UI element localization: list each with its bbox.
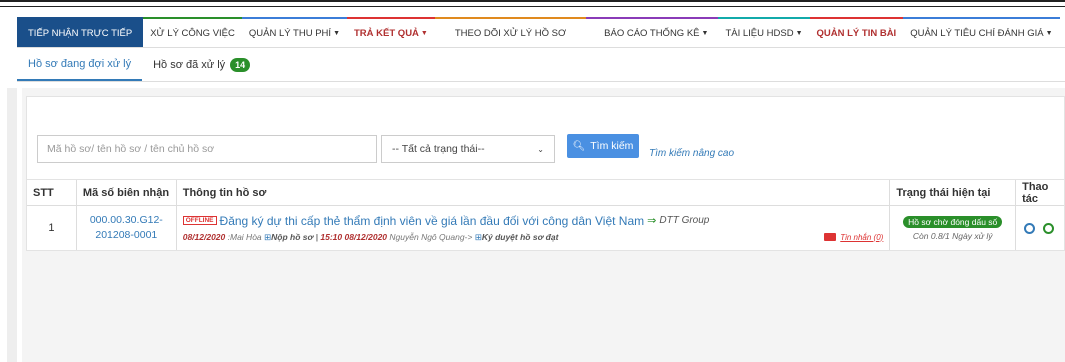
user-1: :Mai Hòa bbox=[227, 231, 262, 242]
nav-label: QUẢN LÝ THU PHÍ bbox=[248, 27, 332, 39]
org-name: DTT Group bbox=[659, 215, 710, 226]
record-title-link[interactable]: Đăng ký dự thi cấp thẻ thẩm định viên về… bbox=[220, 214, 645, 228]
date-1: 08/12/2020 bbox=[182, 231, 226, 242]
nav-item-tai-lieu[interactable]: TÀI LIỆU HDSD ▼ bbox=[718, 17, 810, 47]
cell-info: OFFLINE Đăng ký dự thi cấp thẻ thẩm định… bbox=[177, 206, 891, 250]
cell-status: Hồ sơ chờ đóng dấu số Còn 0.8/1 Ngày xử … bbox=[890, 206, 1017, 250]
nav-item-theo-doi[interactable]: THEO DÕI XỬ LÝ HỒ SƠ bbox=[434, 17, 587, 47]
search-placeholder: Mã hồ sơ/ tên hồ sơ / tên chủ hồ sơ bbox=[47, 143, 215, 155]
envelope-icon bbox=[824, 233, 837, 241]
cell-code[interactable]: 000.00.30.G12- 201208-0001 bbox=[77, 206, 177, 250]
nav-label: TÀI LIỆU HDSD bbox=[725, 27, 794, 39]
chevron-down-icon: ▼ bbox=[420, 29, 428, 37]
row-number: 1 bbox=[48, 222, 55, 234]
tab-label: Hồ sơ đang đợi xử lý bbox=[28, 57, 132, 70]
nav-item-tiep-nhan[interactable]: TIẾP NHẬN TRỰC TIẾP bbox=[17, 17, 144, 47]
search-button-label: Tìm kiếm bbox=[590, 140, 634, 152]
action-2: Ký duyệt hồ sơ đạt bbox=[481, 231, 559, 242]
messages-link[interactable]: Tin nhắn (0) bbox=[824, 232, 883, 243]
header-stt: STT bbox=[27, 180, 77, 205]
header-actions: Thao tác bbox=[1022, 180, 1049, 205]
remaining-time: Còn 0.8/1 Ngày xử lý bbox=[912, 230, 993, 241]
tab-pending[interactable]: Hồ sơ đang đợi xử lý bbox=[17, 48, 143, 81]
nav-item-thu-phi[interactable]: QUẢN LÝ THU PHÍ ▼ bbox=[241, 17, 347, 47]
view-icon[interactable] bbox=[1024, 222, 1036, 234]
nav-item-tin-bai[interactable]: QUẢN LÝ TIN BÀI bbox=[809, 17, 904, 47]
chevron-down-icon: ▼ bbox=[701, 29, 709, 37]
nav-item-tra-ket-qua[interactable]: TRẢ KẾT QUẢ ▼ bbox=[347, 17, 435, 47]
nav-label: THEO DÕI XỬ LÝ HỒ SƠ bbox=[454, 27, 567, 39]
chevron-down-icon: ▼ bbox=[333, 29, 340, 37]
nav-label: XỬ LÝ CÔNG VIỆC bbox=[150, 27, 235, 39]
user-2: Nguyễn Ngô Quang-> bbox=[389, 231, 473, 242]
receipt-code-line1[interactable]: 000.00.30.G12- bbox=[77, 213, 176, 228]
nav-item-xu-ly[interactable]: XỬ LÝ CÔNG VIỆC bbox=[143, 17, 242, 47]
left-gutter bbox=[7, 88, 17, 362]
offline-tag: OFFLINE bbox=[182, 216, 217, 225]
cell-actions bbox=[1016, 206, 1064, 250]
header-info: Thông tin hồ sơ bbox=[177, 180, 891, 205]
top-border bbox=[0, 0, 1065, 7]
messages-label: Tin nhắn (0) bbox=[840, 232, 884, 242]
table-header: STT Mã số biên nhận Thông tin hồ sơ Trạn… bbox=[27, 180, 1064, 206]
status-select[interactable]: -- Tất cả trạng thái-- ⌄ bbox=[381, 135, 555, 163]
search-icon: 🔍︎ bbox=[572, 140, 586, 152]
plus-icon: ⊞ bbox=[474, 231, 482, 242]
nav-label: TIẾP NHẬN TRỰC TIẾP bbox=[28, 27, 133, 39]
arrow-right-icon: ⇒ bbox=[647, 215, 657, 227]
main-navbar: TIẾP NHẬN TRỰC TIẾP XỬ LÝ CÔNG VIỆC QUẢN… bbox=[17, 17, 1065, 48]
header-code: Mã số biên nhận bbox=[77, 180, 177, 205]
chevron-down-icon: ▼ bbox=[795, 29, 803, 37]
check-icon[interactable] bbox=[1043, 222, 1055, 234]
tab-processed[interactable]: Hồ sơ đã xử lý 14 bbox=[142, 48, 261, 81]
status-select-value: -- Tất cả trạng thái-- bbox=[392, 143, 485, 155]
receipt-code-line2[interactable]: 201208-0001 bbox=[77, 228, 176, 243]
nav-label: QUẢN LÝ TIN BÀI bbox=[816, 27, 897, 39]
main-content: Mã hồ sơ/ tên hồ sơ / tên chủ hồ sơ -- T… bbox=[22, 88, 1065, 362]
plus-icon: ⊞ bbox=[264, 231, 272, 242]
nav-label: QUẢN LÝ TIÊU CHÍ ĐÁNH GIÁ bbox=[910, 27, 1044, 39]
count-badge: 14 bbox=[230, 57, 251, 72]
nav-item-bao-cao[interactable]: BÁO CÁO THỐNG KÊ ▼ bbox=[586, 17, 719, 47]
search-input[interactable]: Mã hồ sơ/ tên hồ sơ / tên chủ hồ sơ bbox=[37, 135, 377, 163]
date-2: 15:10 08/12/2020 bbox=[320, 231, 388, 242]
record-title-line: OFFLINE Đăng ký dự thi cấp thẻ thẩm định… bbox=[182, 214, 890, 228]
status-badge: Hồ sơ chờ đóng dấu số bbox=[903, 215, 1003, 228]
separator: | bbox=[315, 231, 318, 242]
nav-label: BÁO CÁO THỐNG KÊ bbox=[604, 27, 700, 39]
chevron-down-icon: ▼ bbox=[1045, 29, 1053, 37]
advanced-search-link[interactable]: Tìm kiếm nâng cao bbox=[649, 148, 734, 159]
search-panel: Mã hồ sơ/ tên hồ sơ / tên chủ hồ sơ -- T… bbox=[26, 96, 1065, 180]
nav-label: TRẢ KẾT QUẢ bbox=[354, 27, 419, 39]
subtabs: Hồ sơ đang đợi xử lý Hồ sơ đã xử lý 14 bbox=[17, 48, 1065, 82]
nav-item-tieu-chi[interactable]: QUẢN LÝ TIÊU CHÍ ĐÁNH GIÁ ▼ bbox=[903, 17, 1060, 47]
record-meta: 08/12/2020 :Mai Hòa ⊞ Nộp hồ sơ | 15:10 … bbox=[183, 232, 890, 243]
search-button[interactable]: 🔍︎ Tìm kiếm bbox=[567, 134, 639, 158]
table-row: 1 000.00.30.G12- 201208-0001 OFFLINE Đăn… bbox=[27, 206, 1064, 250]
chevron-down-icon: ⌄ bbox=[537, 144, 544, 154]
action-1: Nộp hồ sơ bbox=[271, 231, 314, 242]
tab-label: Hồ sơ đã xử lý bbox=[153, 58, 226, 71]
header-status: Trạng thái hiện tại bbox=[890, 180, 1017, 205]
cell-stt: 1 bbox=[27, 206, 77, 250]
records-table: STT Mã số biên nhận Thông tin hồ sơ Trạn… bbox=[26, 179, 1065, 251]
